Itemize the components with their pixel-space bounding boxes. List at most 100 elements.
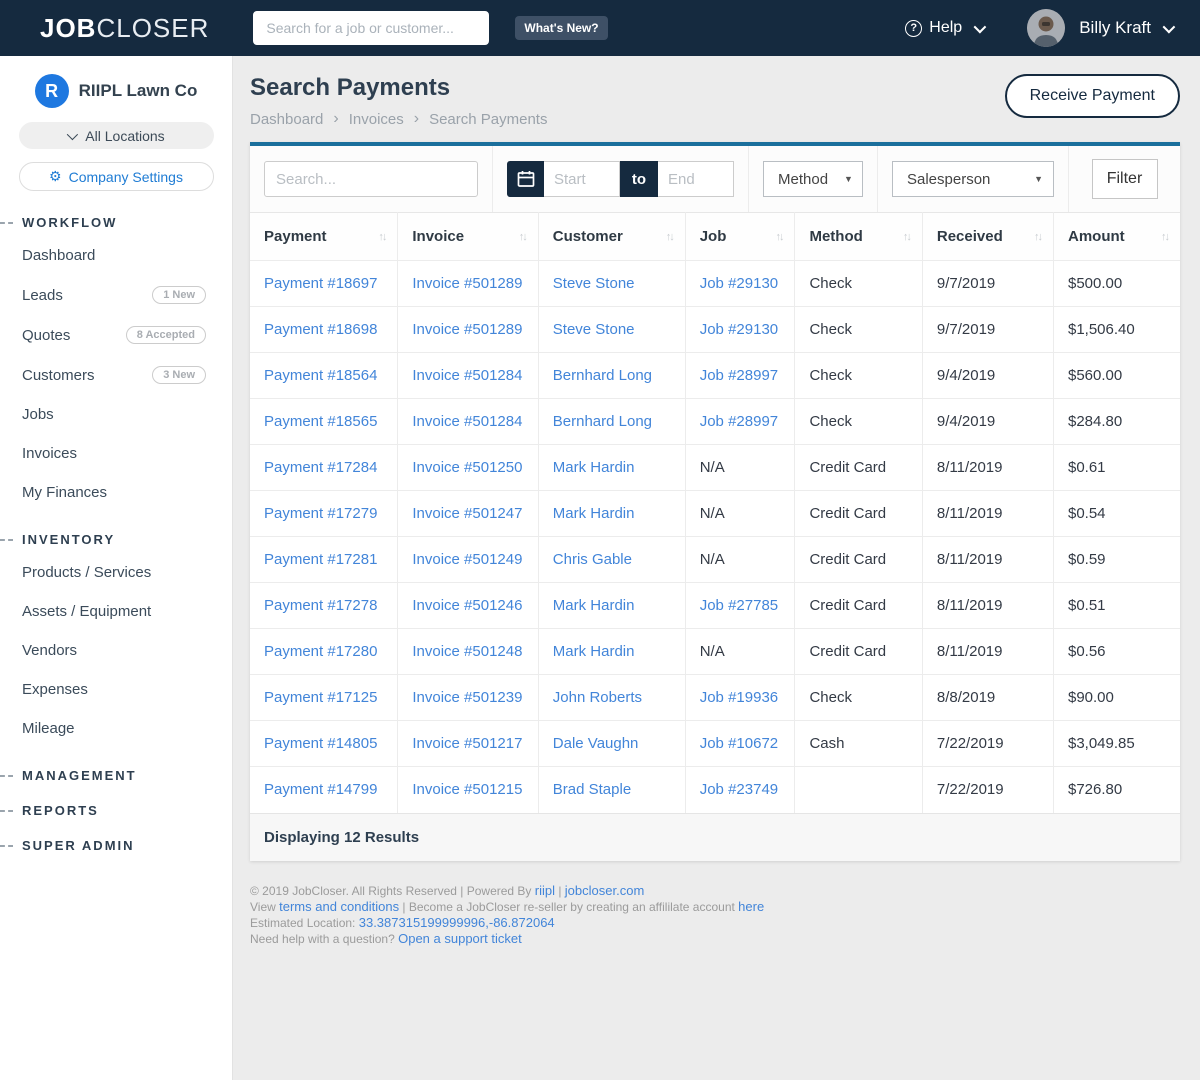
- invoice-link[interactable]: Invoice #501284: [412, 367, 522, 384]
- sidebar-section-super-admin[interactable]: SUPER ADMIN: [0, 838, 232, 853]
- customer-link[interactable]: Steve Stone: [553, 275, 635, 292]
- sidebar-item-mileage[interactable]: Mileage: [0, 709, 232, 748]
- invoice-link[interactable]: Invoice #501284: [412, 413, 522, 430]
- payment-link[interactable]: Payment #17284: [264, 459, 377, 476]
- customer-link[interactable]: Mark Hardin: [553, 505, 635, 522]
- payment-link[interactable]: Payment #17281: [264, 551, 377, 568]
- job-link[interactable]: Job #19936: [700, 689, 778, 706]
- invoice-link[interactable]: Invoice #501215: [412, 781, 522, 798]
- sidebar-item-leads[interactable]: Leads1 New: [0, 275, 232, 315]
- sidebar-section-workflow[interactable]: WORKFLOW: [0, 215, 232, 230]
- invoice-link[interactable]: Invoice #501247: [412, 505, 522, 522]
- sidebar-item-customers[interactable]: Customers3 New: [0, 355, 232, 395]
- sidebar-item-label: Invoices: [22, 445, 77, 462]
- payment-link[interactable]: Payment #14799: [264, 781, 377, 798]
- job-link[interactable]: Job #10672: [700, 735, 778, 752]
- payment-link[interactable]: Payment #17125: [264, 689, 377, 706]
- calendar-icon[interactable]: [507, 161, 544, 197]
- avatar[interactable]: [1027, 9, 1065, 47]
- column-header-amount[interactable]: Amount↑↓: [1053, 213, 1180, 261]
- customer-link[interactable]: Chris Gable: [553, 551, 632, 568]
- method-select[interactable]: Method ▼: [763, 161, 863, 197]
- receive-payment-button[interactable]: Receive Payment: [1005, 74, 1180, 118]
- customer-link[interactable]: Bernhard Long: [553, 367, 652, 384]
- customer-link[interactable]: Bernhard Long: [553, 413, 652, 430]
- invoice-link[interactable]: Invoice #501217: [412, 735, 522, 752]
- sidebar-section-reports[interactable]: REPORTS: [0, 803, 232, 818]
- job-link[interactable]: Job #28997: [700, 413, 778, 430]
- payment-link[interactable]: Payment #18564: [264, 367, 377, 384]
- job-link[interactable]: Job #28997: [700, 367, 778, 384]
- customer-link[interactable]: Brad Staple: [553, 781, 631, 798]
- breadcrumb-dashboard[interactable]: Dashboard: [250, 111, 323, 128]
- sidebar-item-invoices[interactable]: Invoices: [0, 434, 232, 473]
- payment-link[interactable]: Payment #18565: [264, 413, 377, 430]
- terms-link[interactable]: terms and conditions: [279, 899, 399, 914]
- amount-cell: $3,049.85: [1053, 721, 1180, 767]
- payment-link[interactable]: Payment #17279: [264, 505, 377, 522]
- table-search-input[interactable]: [264, 161, 478, 197]
- global-search-input[interactable]: [253, 11, 489, 45]
- breadcrumb-invoices[interactable]: Invoices: [349, 111, 404, 128]
- invoice-link[interactable]: Invoice #501246: [412, 597, 522, 614]
- invoice-cell: Invoice #501249: [398, 537, 538, 583]
- payment-link[interactable]: Payment #17278: [264, 597, 377, 614]
- location-link[interactable]: 33.387315199999996,-86.872064: [359, 915, 555, 930]
- filter-button[interactable]: Filter: [1092, 159, 1158, 199]
- sidebar-section-management[interactable]: MANAGEMENT: [0, 768, 232, 783]
- payment-link[interactable]: Payment #18698: [264, 321, 377, 338]
- sidebar-item-dashboard[interactable]: Dashboard: [0, 236, 232, 275]
- customer-link[interactable]: Mark Hardin: [553, 643, 635, 660]
- customer-link[interactable]: John Roberts: [553, 689, 642, 706]
- job-link[interactable]: Job #29130: [700, 275, 778, 292]
- customer-link[interactable]: Dale Vaughn: [553, 735, 639, 752]
- sidebar-item-jobs[interactable]: Jobs: [0, 395, 232, 434]
- customer-link[interactable]: Mark Hardin: [553, 459, 635, 476]
- payment-link[interactable]: Payment #17280: [264, 643, 377, 660]
- column-header-payment[interactable]: Payment↑↓: [250, 213, 398, 261]
- jobcloser-link[interactable]: jobcloser.com: [565, 883, 644, 898]
- date-start-input[interactable]: [544, 161, 620, 197]
- company-logo: R: [35, 74, 69, 108]
- sidebar-item-assets-equipment[interactable]: Assets / Equipment: [0, 592, 232, 631]
- column-label: Job: [700, 228, 727, 245]
- sidebar-item-expenses[interactable]: Expenses: [0, 670, 232, 709]
- received-cell: 9/7/2019: [922, 307, 1053, 353]
- sidebar-item-quotes[interactable]: Quotes8 Accepted: [0, 315, 232, 355]
- sidebar-item-products-services[interactable]: Products / Services: [0, 553, 232, 592]
- salesperson-select[interactable]: Salesperson ▼: [892, 161, 1054, 197]
- sidebar-item-my-finances[interactable]: My Finances: [0, 473, 232, 512]
- column-header-method[interactable]: Method↑↓: [795, 213, 922, 261]
- riipl-link[interactable]: riipl: [535, 883, 555, 898]
- help-menu[interactable]: ? Help: [905, 19, 983, 37]
- payment-link[interactable]: Payment #18697: [264, 275, 377, 292]
- support-ticket-link[interactable]: Open a support ticket: [398, 931, 522, 946]
- invoice-link[interactable]: Invoice #501239: [412, 689, 522, 706]
- column-header-received[interactable]: Received↑↓: [922, 213, 1053, 261]
- company-name: RIIPL Lawn Co: [79, 81, 198, 101]
- sidebar-item-vendors[interactable]: Vendors: [0, 631, 232, 670]
- customer-link[interactable]: Mark Hardin: [553, 597, 635, 614]
- invoice-link[interactable]: Invoice #501248: [412, 643, 522, 660]
- invoice-link[interactable]: Invoice #501289: [412, 275, 522, 292]
- method-cell: Credit Card: [795, 491, 922, 537]
- job-link[interactable]: Job #29130: [700, 321, 778, 338]
- invoice-link[interactable]: Invoice #501289: [412, 321, 522, 338]
- invoice-link[interactable]: Invoice #501249: [412, 551, 522, 568]
- date-end-input[interactable]: [658, 161, 734, 197]
- user-menu[interactable]: Billy Kraft: [1079, 18, 1172, 38]
- column-header-customer[interactable]: Customer↑↓: [538, 213, 685, 261]
- table-row: Payment #17280 Invoice #501248 Mark Hardin…: [250, 629, 1180, 675]
- company-settings-button[interactable]: ⚙ Company Settings: [19, 162, 214, 191]
- sidebar-section-inventory[interactable]: INVENTORY: [0, 532, 232, 547]
- column-header-invoice[interactable]: Invoice↑↓: [398, 213, 538, 261]
- job-link[interactable]: Job #27785: [700, 597, 778, 614]
- all-locations-dropdown[interactable]: All Locations: [19, 122, 214, 149]
- whats-new-button[interactable]: What's New?: [515, 16, 607, 40]
- job-link[interactable]: Job #23749: [700, 781, 778, 798]
- invoice-link[interactable]: Invoice #501250: [412, 459, 522, 476]
- payment-link[interactable]: Payment #14805: [264, 735, 377, 752]
- affiliate-here-link[interactable]: here: [738, 899, 764, 914]
- customer-link[interactable]: Steve Stone: [553, 321, 635, 338]
- column-header-job[interactable]: Job↑↓: [685, 213, 795, 261]
